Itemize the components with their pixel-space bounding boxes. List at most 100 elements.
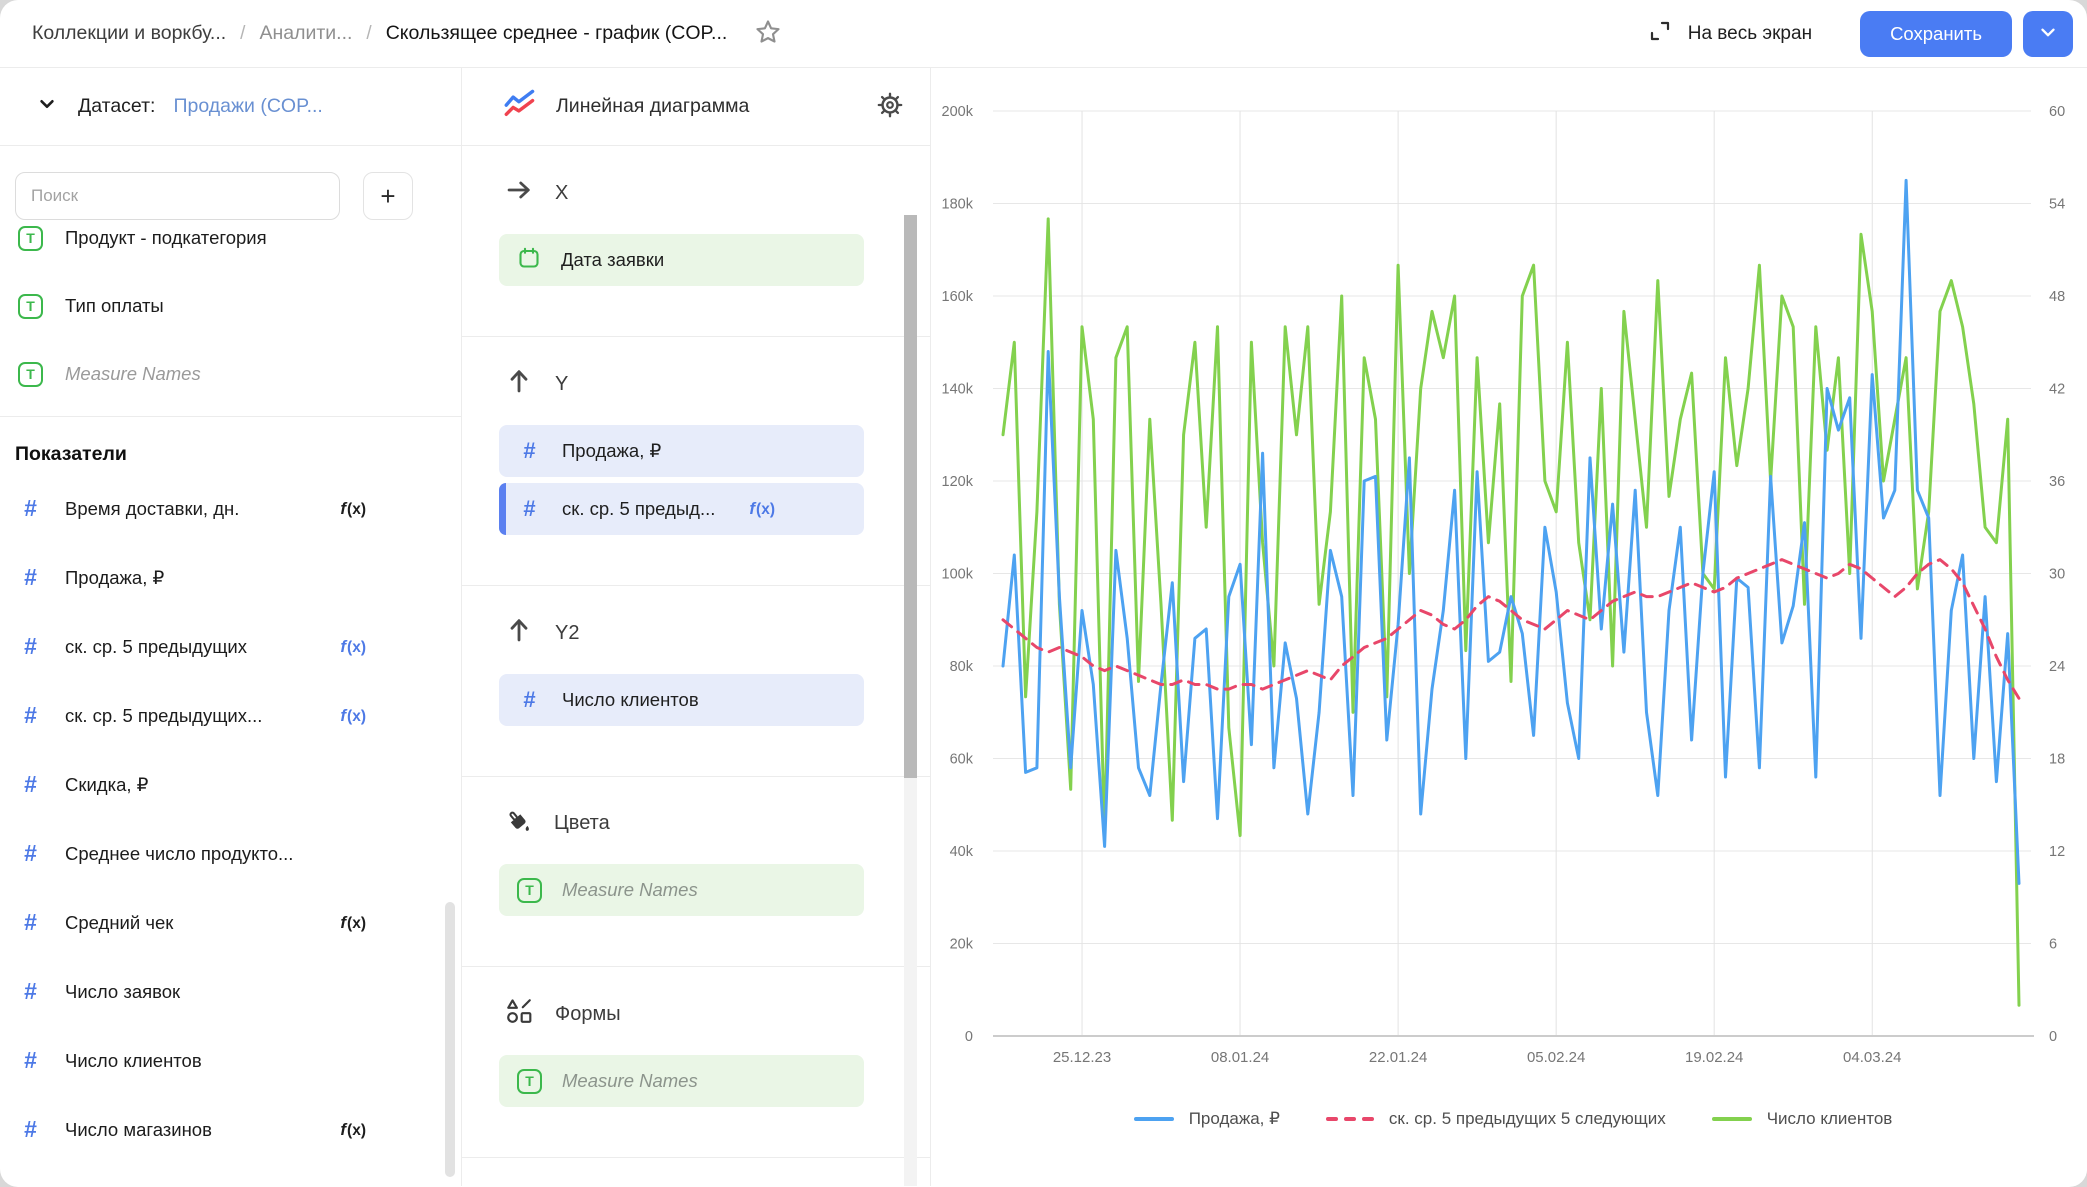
field-row-measure[interactable]: #Среднее число продукто... — [0, 819, 461, 888]
field-label: Продажа, ₽ — [65, 567, 164, 589]
line-chart-icon[interactable] — [502, 88, 538, 125]
search-input[interactable] — [15, 172, 340, 220]
shapes-icon — [505, 997, 533, 1031]
svg-text:54: 54 — [2049, 197, 2065, 213]
chart-type-header: Линейная диаграмма — [462, 68, 930, 146]
legend-item-moving-avg[interactable]: ск. ср. 5 предыдущих 5 следующих — [1326, 1109, 1666, 1129]
legend-item-sales[interactable]: Продажа, ₽ — [1134, 1109, 1280, 1129]
field-label: ск. ср. 5 предыдущих — [65, 636, 247, 658]
legend-item-clients[interactable]: Число клиентов — [1712, 1109, 1893, 1129]
pill-measure-sales[interactable]: # Продажа, ₽ — [499, 425, 864, 477]
breadcrumb-collections[interactable]: Коллекции и воркбу... — [32, 22, 226, 45]
breadcrumb-separator: / — [240, 23, 245, 45]
svg-text:48: 48 — [2049, 289, 2065, 305]
legend-line-swatch — [1712, 1117, 1752, 1122]
panel-scrollbar-thumb[interactable] — [904, 215, 917, 778]
formula-icon: f(x) — [340, 1120, 366, 1140]
chart-config-panel: Линейная диаграмма — [462, 68, 931, 1186]
dataset-header: Датасет: Продажи (COP... — [0, 68, 461, 146]
svg-text:80k: 80k — [950, 659, 974, 675]
field-row-measure[interactable]: #Число магазиновf(x) — [0, 1095, 461, 1164]
field-label: Число магазинов — [65, 1119, 212, 1141]
add-field-button[interactable]: + — [363, 172, 413, 220]
svg-text:160k: 160k — [942, 289, 974, 305]
pill-measure-clients[interactable]: # Число клиентов — [499, 674, 864, 726]
chart-pane: 020k40k60k80k100k120k140k160k180k200k061… — [931, 68, 2087, 1186]
dimension-list: TПродукт - подкатегорияTТип оплатыTMeasu… — [0, 204, 461, 408]
svg-text:120k: 120k — [942, 474, 974, 490]
field-label: Среднее число продукто... — [65, 843, 293, 865]
measure-type-icon: # — [18, 495, 43, 522]
shelf-shapes-title: Формы — [505, 997, 902, 1031]
breadcrumb-workbook[interactable]: Аналити... — [259, 22, 352, 45]
shelf-x: X Дата заявки — [462, 146, 930, 337]
field-label: Число заявок — [65, 981, 180, 1003]
field-row-measure[interactable]: #Средний чекf(x) — [0, 888, 461, 957]
chart-legend: Продажа, ₽ ск. ср. 5 предыдущих 5 следую… — [993, 1099, 2033, 1139]
dataset-name-link[interactable]: Продажи (COP... — [173, 95, 322, 118]
svg-text:12: 12 — [2049, 844, 2065, 860]
chart-settings-button[interactable] — [876, 91, 904, 122]
field-row-measure[interactable]: #Число клиентов — [0, 1026, 461, 1095]
pill-measure-moving-avg[interactable]: # ск. ср. 5 предыд... f(x) — [499, 483, 864, 535]
pill-label: Число клиентов — [562, 689, 699, 711]
chevron-down-icon[interactable] — [34, 91, 60, 123]
measure-type-icon: # — [517, 687, 542, 713]
svg-text:30: 30 — [2049, 567, 2065, 583]
svg-text:60k: 60k — [950, 752, 974, 768]
field-row-measure[interactable]: # Скидка, ₽ — [0, 750, 461, 819]
pill-label: Дата заявки — [561, 249, 664, 271]
legend-label: ск. ср. 5 предыдущих 5 следующих — [1389, 1109, 1666, 1129]
field-label: Скидка, ₽ — [65, 774, 148, 796]
pill-date-field[interactable]: Дата заявки — [499, 234, 864, 286]
shelf-y2: Y2 # Число клиентов — [462, 586, 930, 777]
gear-icon — [876, 91, 904, 122]
favorite-star-button[interactable] — [753, 17, 783, 50]
svg-text:19.02.24: 19.02.24 — [1685, 1049, 1743, 1066]
breadcrumb-chart-title: Скользящее среднее - график (COP... — [386, 22, 728, 45]
svg-text:25.12.23: 25.12.23 — [1053, 1049, 1111, 1066]
field-row-measure[interactable]: # Число заявок — [0, 957, 461, 1026]
formula-icon: f(x) — [340, 706, 366, 726]
field-row-dimension[interactable]: TТип оплаты — [0, 272, 461, 340]
svg-text:60: 60 — [2049, 104, 2065, 120]
field-row-dimension[interactable]: TMeasure Names — [0, 340, 461, 408]
svg-text:22.01.24: 22.01.24 — [1369, 1049, 1427, 1066]
field-row-measure[interactable]: #ск. ср. 5 предыдущих...f(x) — [0, 681, 461, 750]
fullscreen-button[interactable]: На весь экран — [1648, 19, 1812, 49]
dimension-type-icon: T — [517, 878, 542, 903]
svg-text:20k: 20k — [950, 937, 974, 953]
pill-shapes-measure-names[interactable]: T Measure Names — [499, 1055, 864, 1107]
paint-bucket-icon — [505, 807, 532, 840]
measure-type-icon: # — [18, 1047, 43, 1074]
chevron-down-icon — [2037, 21, 2059, 46]
svg-text:6: 6 — [2049, 937, 2057, 953]
measure-type-icon: # — [18, 978, 43, 1005]
dataset-label: Датасет: — [78, 95, 155, 118]
field-row-measure[interactable]: #Время доставки, дн.f(x) — [0, 474, 461, 543]
selected-indicator — [499, 483, 506, 535]
shelf-shapes: Формы T Measure Names — [462, 967, 930, 1158]
field-row-measure[interactable]: #Продажа, ₽ — [0, 543, 461, 612]
arrow-up-icon — [505, 616, 533, 650]
shelf-colors-label: Цвета — [554, 812, 610, 835]
shelf-y-title: Y — [505, 367, 902, 401]
pill-colors-measure-names[interactable]: T Measure Names — [499, 864, 864, 916]
dimension-type-icon: T — [18, 226, 43, 251]
svg-text:0: 0 — [965, 1029, 973, 1045]
breadcrumb: Коллекции и воркбу... / Аналити... / Ско… — [32, 17, 783, 50]
save-button[interactable]: Сохранить — [1860, 11, 2012, 57]
measure-type-icon: # — [18, 771, 43, 798]
svg-text:08.01.24: 08.01.24 — [1211, 1049, 1269, 1066]
shelf-colors: Цвета T Measure Names — [462, 777, 930, 967]
dimension-type-icon: T — [18, 294, 43, 319]
field-row-measure[interactable]: #ск. ср. 5 предыдущихf(x) — [0, 612, 461, 681]
chart-type-label[interactable]: Линейная диаграмма — [556, 95, 858, 118]
field-label: Measure Names — [65, 363, 201, 385]
shelf-x-title: X — [505, 176, 902, 210]
shelf-y2-title: Y2 — [505, 616, 902, 650]
sidebar-scrollbar-thumb[interactable] — [445, 902, 455, 1177]
save-menu-button[interactable] — [2023, 11, 2073, 57]
topbar: Коллекции и воркбу... / Аналити... / Ско… — [0, 0, 2087, 68]
line-chart-canvas[interactable]: 020k40k60k80k100k120k140k160k180k200k061… — [931, 68, 2087, 1186]
